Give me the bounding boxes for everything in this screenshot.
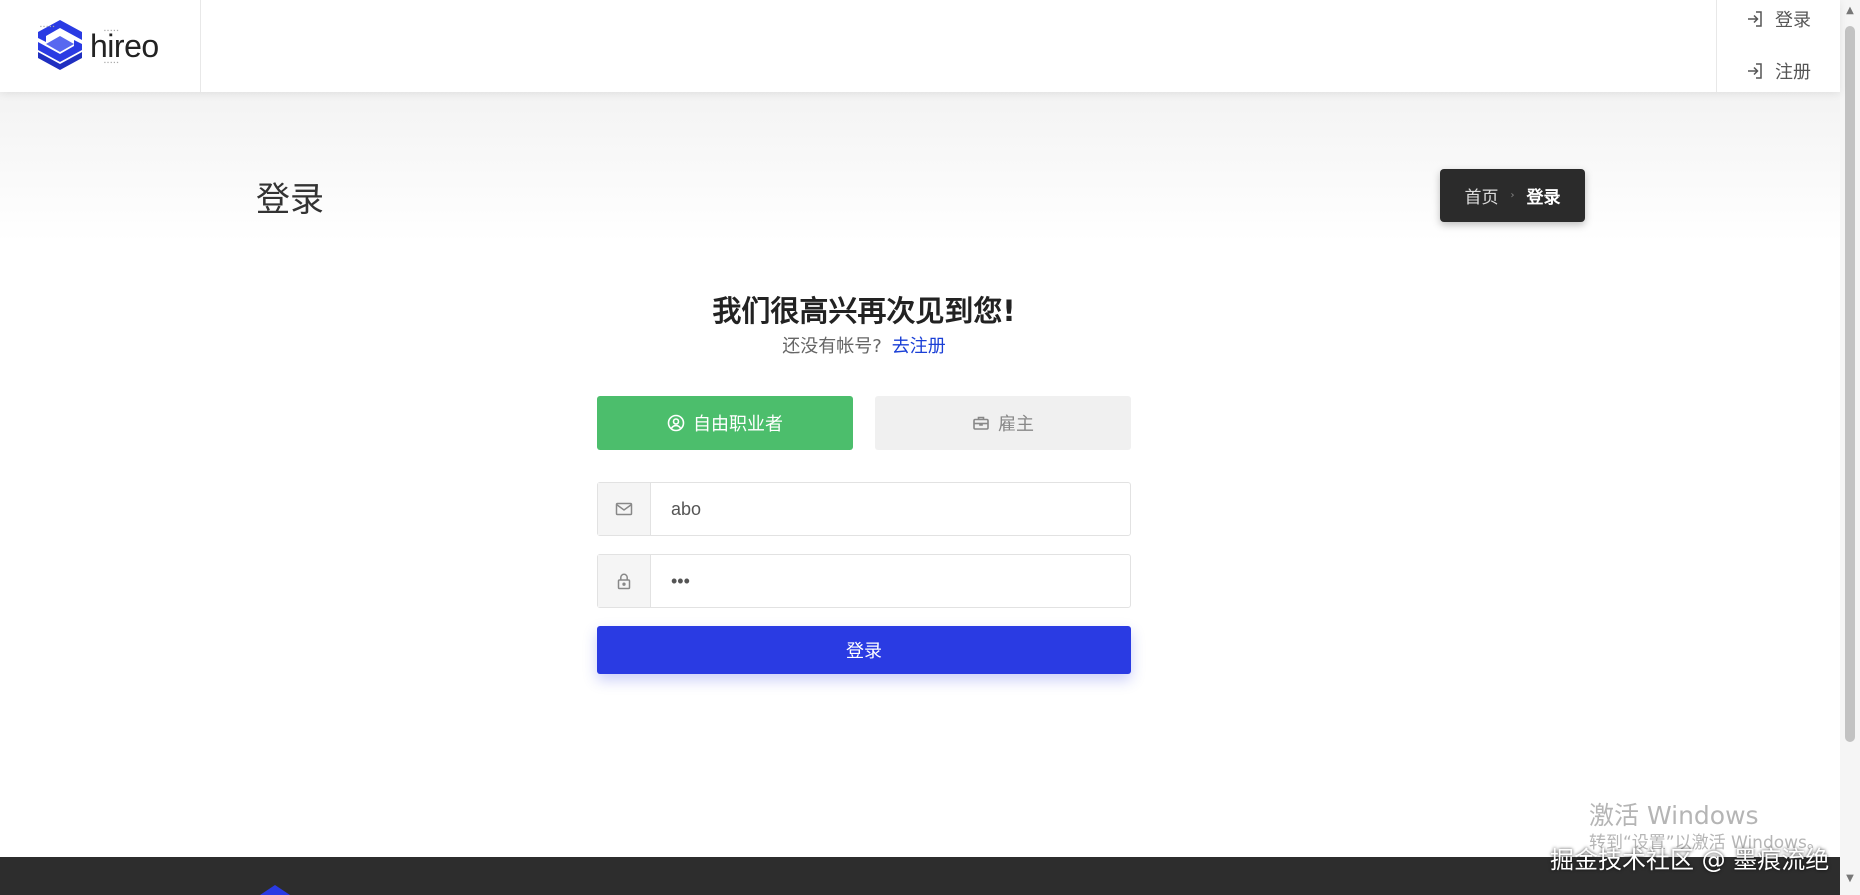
login-link[interactable]: 登录: [1745, 6, 1811, 32]
footer-logo-icon: [260, 885, 290, 895]
register-link[interactable]: 注册: [1745, 58, 1811, 84]
mail-icon: [615, 502, 633, 516]
breadcrumb-separator: ›: [1510, 190, 1515, 201]
role-employer-button[interactable]: 雇主: [875, 396, 1131, 450]
breadcrumb-current: 登录: [1526, 188, 1561, 208]
role-freelancer-button[interactable]: 自由职业者: [597, 396, 853, 450]
role-employer-label: 雇主: [998, 414, 1034, 435]
email-field: [597, 482, 1131, 536]
email-input[interactable]: [651, 483, 1130, 535]
breadcrumb: 首页 › 登录: [1440, 169, 1585, 222]
scroll-thumb[interactable]: [1845, 26, 1855, 742]
logo[interactable]: ▪ ▪ ▪ ▪ ▪ ▪ ▪ ▪ ▪ ▪ ▪ ▪ ▪ ▪ ▪ hireo: [0, 0, 201, 92]
role-freelancer-label: 自由职业者: [693, 414, 783, 435]
user-circle-icon: [667, 414, 685, 432]
password-field: [597, 554, 1131, 608]
logo-small-text: ▪ ▪ ▪ ▪ ▪: [40, 24, 55, 30]
scroll-down-icon[interactable]: ▼: [1845, 874, 1855, 884]
login-submit-button[interactable]: 登录: [597, 626, 1131, 674]
password-input[interactable]: [651, 555, 1130, 607]
register-link-inline[interactable]: 去注册: [892, 336, 946, 357]
briefcase-icon: [973, 416, 989, 430]
scroll-up-icon[interactable]: ▲: [1845, 6, 1855, 16]
login-icon: [1748, 63, 1762, 79]
footer-credit: 掘金技术社区 @ 墨痕流绝: [1550, 846, 1830, 874]
no-account-text: 还没有帐号?: [782, 336, 882, 357]
page-title: 登录: [256, 180, 324, 220]
register-prompt: 还没有帐号? 去注册: [0, 332, 1728, 358]
page-scrollbar[interactable]: ▲ ▼: [1840, 0, 1860, 895]
breadcrumb-home-link[interactable]: 首页: [1465, 183, 1499, 208]
auth-links: 登录 注册: [1716, 0, 1840, 92]
lock-icon: [617, 573, 631, 590]
email-field-icon: [598, 483, 651, 535]
welcome-heading: 我们很高兴再次见到您!: [712, 294, 1016, 328]
activate-windows-title: 激活 Windows: [1589, 801, 1759, 830]
login-link-label: 登录: [1775, 10, 1811, 31]
login-icon: [1748, 11, 1762, 27]
register-link-label: 注册: [1775, 62, 1811, 83]
logo-text: hireo: [90, 28, 159, 64]
password-field-icon: [598, 555, 651, 607]
top-navbar: ▪ ▪ ▪ ▪ ▪ ▪ ▪ ▪ ▪ ▪ ▪ ▪ ▪ ▪ ▪ hireo 登录 注…: [0, 0, 1840, 92]
